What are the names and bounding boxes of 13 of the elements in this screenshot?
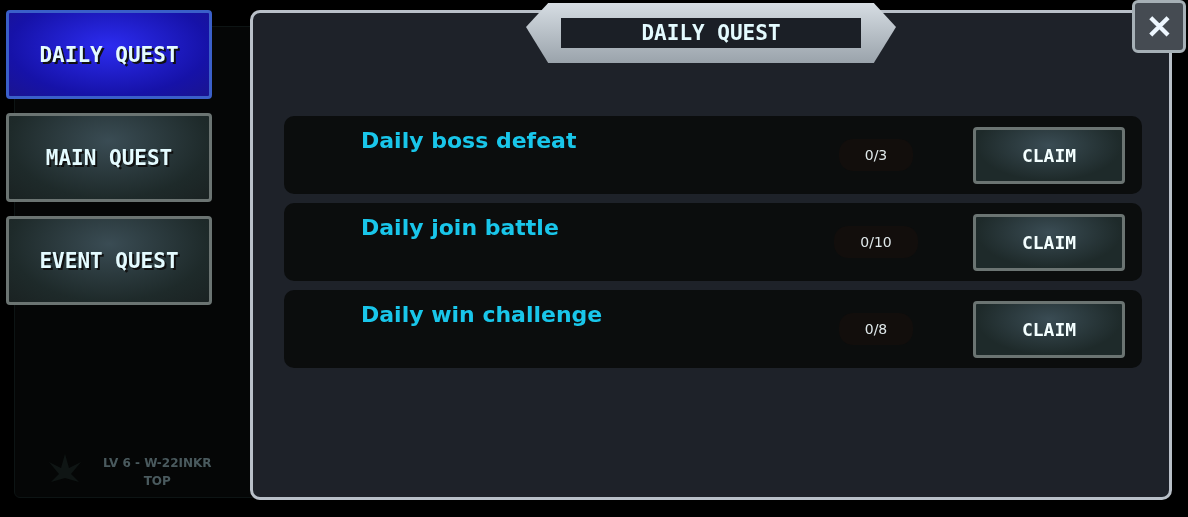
- background-text: LV 6 - W-22INKR: [103, 456, 212, 470]
- quest-name: Daily boss defeat: [361, 128, 578, 153]
- claim-button[interactable]: CLAIM: [973, 213, 1125, 271]
- claim-button[interactable]: CLAIM: [973, 300, 1125, 358]
- panel-title: DAILY QUEST: [641, 21, 781, 45]
- quest-tab[interactable]: MAIN QUEST: [6, 113, 212, 202]
- quest-name: Daily join battle: [361, 215, 560, 240]
- quest-tab[interactable]: EVENT QUEST: [6, 216, 212, 305]
- close-button[interactable]: ✕: [1132, 0, 1186, 53]
- quest-tab[interactable]: DAILY QUEST: [6, 10, 212, 99]
- quest-name: Daily win challenge: [361, 302, 604, 327]
- background-text: TOP: [143, 474, 171, 488]
- claim-button[interactable]: CLAIM: [973, 126, 1125, 184]
